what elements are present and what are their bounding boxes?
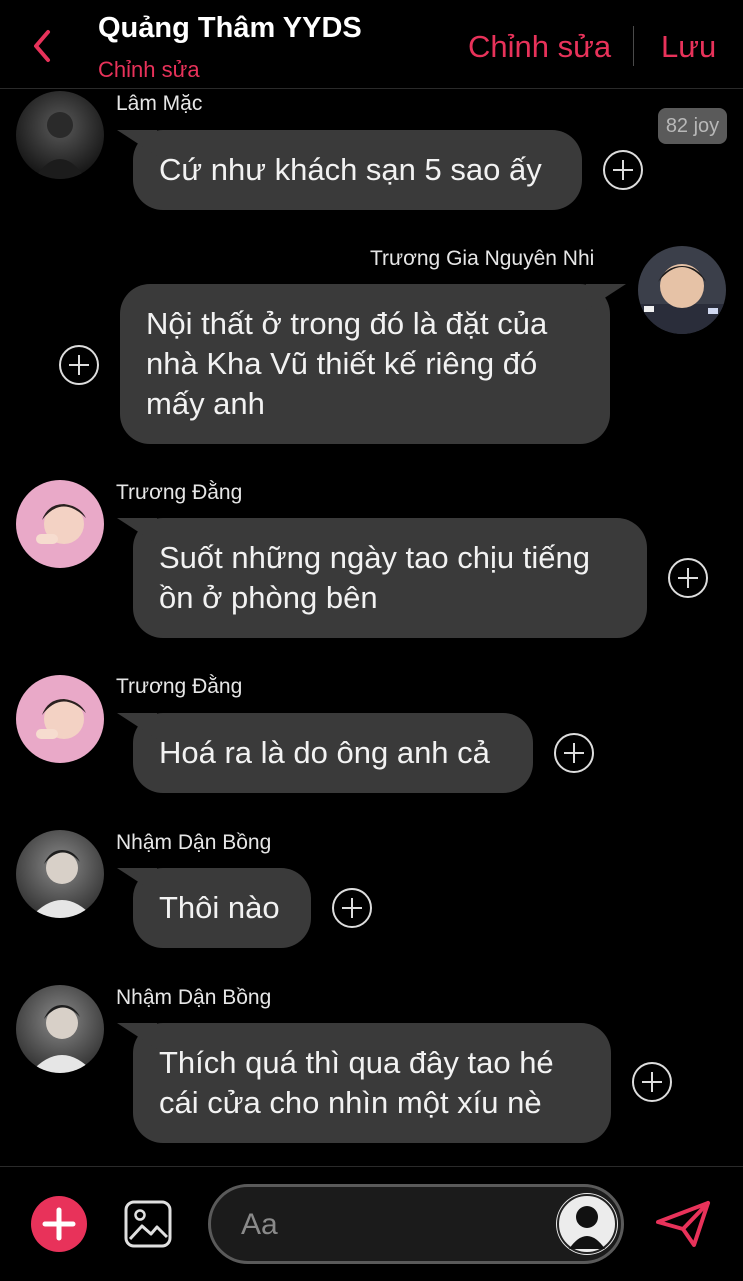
chat-header: Quảng Thâm YYDS Chỉnh sửa Chỉnh sửa Lưu [0,0,743,89]
message-text-line: ồn ở phòng bên [159,580,378,615]
plus-icon [42,1207,76,1241]
avatar[interactable] [638,246,726,334]
sender-name: Trương Đằng [116,481,243,504]
chevron-left-icon[interactable] [28,26,58,66]
avatar-photo [638,246,726,334]
sender-name: Trương Đằng [116,675,243,698]
sender-name: Nhậm Dận Bồng [116,986,272,1009]
plus-circle-icon[interactable] [631,1061,673,1103]
message-text: Thôi nào [159,890,280,925]
avatar[interactable] [16,91,104,179]
plus-circle-icon[interactable] [331,887,373,929]
message-text-line: Thích quá thì qua đây tao hé [159,1045,554,1080]
message-text-line: mấy anh [146,386,265,421]
joy-badge: 82 joy [658,108,727,144]
message-bubble[interactable]: Nội thất ở trong đó là đặt của nhà Kha V… [120,284,610,444]
message-text-line: nhà Kha Vũ thiết kế riêng đó [146,346,538,381]
avatar-photo [16,480,104,568]
message-text: Cứ như khách sạn 5 sao ấy [159,152,542,187]
message-bubble[interactable]: Suốt những ngày tao chịu tiếng ồn ở phòn… [133,518,647,638]
message-bubble[interactable]: Cứ như khách sạn 5 sao ấy [133,130,582,210]
sender-name: Trương Gia Nguyên Nhi [370,247,595,270]
sender-name: Lâm Mặc [116,92,203,115]
plus-circle-icon[interactable] [667,557,709,599]
avatar[interactable] [16,985,104,1073]
save-button[interactable]: Lưu [661,29,716,65]
message-bubble[interactable]: Hoá ra là do ông anh cả [133,713,533,793]
chat-subtitle[interactable]: Chỉnh sửa [98,57,200,83]
avatar-photo [16,830,104,918]
avatar-photo [16,675,104,763]
image-icon[interactable] [123,1199,173,1249]
edit-button[interactable]: Chỉnh sửa [468,29,611,65]
message-input[interactable] [239,1199,543,1251]
sender-name: Nhậm Dận Bồng [116,831,272,854]
plus-circle-icon[interactable] [602,149,644,191]
persona-avatar[interactable] [556,1193,618,1255]
avatar[interactable] [16,480,104,568]
add-button[interactable] [31,1196,87,1252]
message-bubble[interactable]: Thôi nào [133,868,311,948]
plus-circle-icon[interactable] [58,344,100,386]
header-divider [633,26,634,66]
chat-title: Quảng Thâm YYDS [98,12,362,44]
message-text: Hoá ra là do ông anh cả [159,735,490,770]
message-text-line: cái cửa cho nhìn một xíu nè [159,1085,542,1120]
message-text-line: Nội thất ở trong đó là đặt của [146,306,548,341]
message-text-line: Suốt những ngày tao chịu tiếng [159,540,590,575]
avatar-photo [16,985,104,1073]
message-bubble[interactable]: Thích quá thì qua đây tao hé cái cửa cho… [133,1023,611,1143]
message-input-container[interactable] [208,1184,624,1264]
plus-circle-icon[interactable] [553,732,595,774]
avatar-photo [16,91,104,179]
send-icon[interactable] [654,1199,712,1249]
avatar[interactable] [16,675,104,763]
person-silhouette-icon [557,1194,617,1254]
avatar[interactable] [16,830,104,918]
